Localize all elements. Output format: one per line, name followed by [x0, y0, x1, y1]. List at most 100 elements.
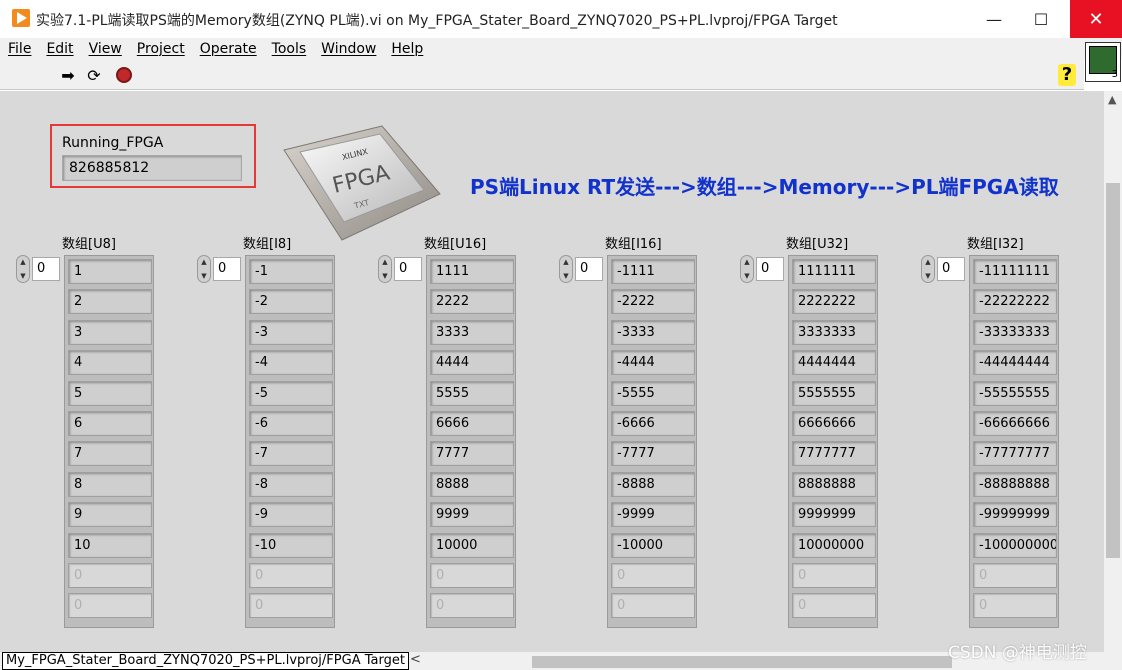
- array-element[interactable]: -22222222: [973, 289, 1057, 315]
- array-element[interactable]: 4444444: [792, 350, 876, 376]
- array-element[interactable]: -2222: [611, 289, 695, 315]
- array-element[interactable]: -1: [249, 259, 333, 284]
- array-element[interactable]: 3: [68, 319, 152, 345]
- menu-tools[interactable]: Tools: [272, 41, 307, 57]
- array-element[interactable]: -5555: [611, 380, 695, 406]
- array-element[interactable]: -2: [249, 289, 333, 315]
- array-element[interactable]: -6: [249, 410, 333, 436]
- array-element[interactable]: 3333: [430, 319, 514, 345]
- scrollbar-thumb[interactable]: [1106, 183, 1120, 558]
- array-element[interactable]: -7777: [611, 441, 695, 467]
- array-element-empty[interactable]: 0: [430, 593, 514, 619]
- index-input[interactable]: 0: [756, 257, 784, 281]
- array-element[interactable]: -5: [249, 380, 333, 406]
- array-element[interactable]: 8888888: [792, 471, 876, 497]
- array-element[interactable]: -99999999: [973, 502, 1057, 528]
- array-element[interactable]: 2: [68, 289, 152, 315]
- array-element-empty[interactable]: 0: [249, 593, 333, 619]
- vi-connector-icon[interactable]: 3: [1085, 42, 1121, 82]
- array-element[interactable]: -9: [249, 502, 333, 528]
- array-element[interactable]: -10: [249, 532, 333, 558]
- array-element[interactable]: 9999: [430, 502, 514, 528]
- array-element-empty[interactable]: 0: [973, 593, 1057, 619]
- abort-execution-icon[interactable]: [114, 65, 134, 85]
- menu-window[interactable]: Window: [321, 41, 376, 57]
- array-element-empty[interactable]: 0: [430, 562, 514, 588]
- array-element[interactable]: -88888888: [973, 471, 1057, 497]
- array-element[interactable]: 6666666: [792, 410, 876, 436]
- array-element[interactable]: -4: [249, 350, 333, 376]
- array-element[interactable]: 9: [68, 502, 152, 528]
- vertical-scrollbar[interactable]: ▲: [1104, 91, 1122, 652]
- run-continuously-icon[interactable]: ⟳: [84, 65, 104, 85]
- array-element[interactable]: 10000: [430, 532, 514, 558]
- array-element[interactable]: 9999999: [792, 502, 876, 528]
- array-element[interactable]: -9999: [611, 502, 695, 528]
- array-element[interactable]: -7: [249, 441, 333, 467]
- array-element[interactable]: -6666: [611, 410, 695, 436]
- array-element[interactable]: -33333333: [973, 319, 1057, 345]
- scroll-left-icon[interactable]: <: [410, 652, 421, 667]
- array-element-empty[interactable]: 0: [249, 562, 333, 588]
- index-spinner[interactable]: ▲ ▼: [740, 255, 754, 283]
- maximize-button[interactable]: ☐: [1015, 0, 1067, 38]
- index-spinner[interactable]: ▲ ▼: [197, 255, 211, 283]
- array-element[interactable]: 7: [68, 441, 152, 467]
- context-help-icon[interactable]: ?: [1058, 64, 1076, 86]
- array-element[interactable]: 2222222: [792, 289, 876, 315]
- index-spinner[interactable]: ▲ ▼: [378, 255, 392, 283]
- array-element[interactable]: -77777777: [973, 441, 1057, 467]
- index-spinner[interactable]: ▲ ▼: [559, 255, 573, 283]
- array-element-empty[interactable]: 0: [611, 562, 695, 588]
- array-element[interactable]: -44444444: [973, 350, 1057, 376]
- array-element[interactable]: 1: [68, 259, 152, 284]
- array-element[interactable]: 6: [68, 410, 152, 436]
- array-element[interactable]: -3: [249, 319, 333, 345]
- array-element[interactable]: 5555: [430, 380, 514, 406]
- array-element[interactable]: 1111111: [792, 259, 876, 284]
- array-element[interactable]: -8888: [611, 471, 695, 497]
- array-element[interactable]: 2222: [430, 289, 514, 315]
- run-arrow-icon[interactable]: ➡: [58, 65, 78, 85]
- array-element[interactable]: -1111: [611, 259, 695, 284]
- execution-target[interactable]: My_FPGA_Stater_Board_ZYNQ7020_PS+PL.lvpr…: [2, 652, 409, 670]
- index-input[interactable]: 0: [213, 257, 241, 281]
- array-element-empty[interactable]: 0: [611, 593, 695, 619]
- array-element[interactable]: 8888: [430, 471, 514, 497]
- menu-operate[interactable]: Operate: [200, 41, 257, 57]
- array-element[interactable]: -4444: [611, 350, 695, 376]
- scroll-up-icon[interactable]: ▲: [1108, 93, 1116, 106]
- menu-file[interactable]: File: [8, 41, 31, 57]
- menu-edit[interactable]: Edit: [46, 41, 73, 57]
- array-element-empty[interactable]: 0: [792, 593, 876, 619]
- array-element[interactable]: 4444: [430, 350, 514, 376]
- array-element[interactable]: 5555555: [792, 380, 876, 406]
- array-element[interactable]: -11111111: [973, 259, 1057, 284]
- index-spinner[interactable]: ▲ ▼: [16, 255, 30, 283]
- menu-help[interactable]: Help: [391, 41, 423, 57]
- menu-project[interactable]: Project: [137, 41, 185, 57]
- array-element-empty[interactable]: 0: [973, 562, 1057, 588]
- close-button[interactable]: ✕: [1070, 0, 1122, 38]
- menu-view[interactable]: View: [89, 41, 122, 57]
- array-element-empty[interactable]: 0: [68, 593, 152, 619]
- minimize-button[interactable]: —: [968, 0, 1020, 38]
- array-element[interactable]: 8: [68, 471, 152, 497]
- array-element[interactable]: 7777777: [792, 441, 876, 467]
- array-element[interactable]: 10: [68, 532, 152, 558]
- array-element-empty[interactable]: 0: [68, 562, 152, 588]
- horizontal-scrollbar-thumb[interactable]: [532, 656, 952, 668]
- index-spinner[interactable]: ▲ ▼: [921, 255, 935, 283]
- array-element[interactable]: -55555555: [973, 380, 1057, 406]
- array-element[interactable]: 3333333: [792, 319, 876, 345]
- array-element[interactable]: 10000000: [792, 532, 876, 558]
- array-element[interactable]: 4: [68, 350, 152, 376]
- array-element[interactable]: -100000000: [973, 532, 1057, 558]
- array-element-empty[interactable]: 0: [792, 562, 876, 588]
- index-input[interactable]: 0: [937, 257, 965, 281]
- array-element[interactable]: -3333: [611, 319, 695, 345]
- index-input[interactable]: 0: [394, 257, 422, 281]
- array-element[interactable]: 1111: [430, 259, 514, 284]
- array-element[interactable]: -8: [249, 471, 333, 497]
- array-element[interactable]: 6666: [430, 410, 514, 436]
